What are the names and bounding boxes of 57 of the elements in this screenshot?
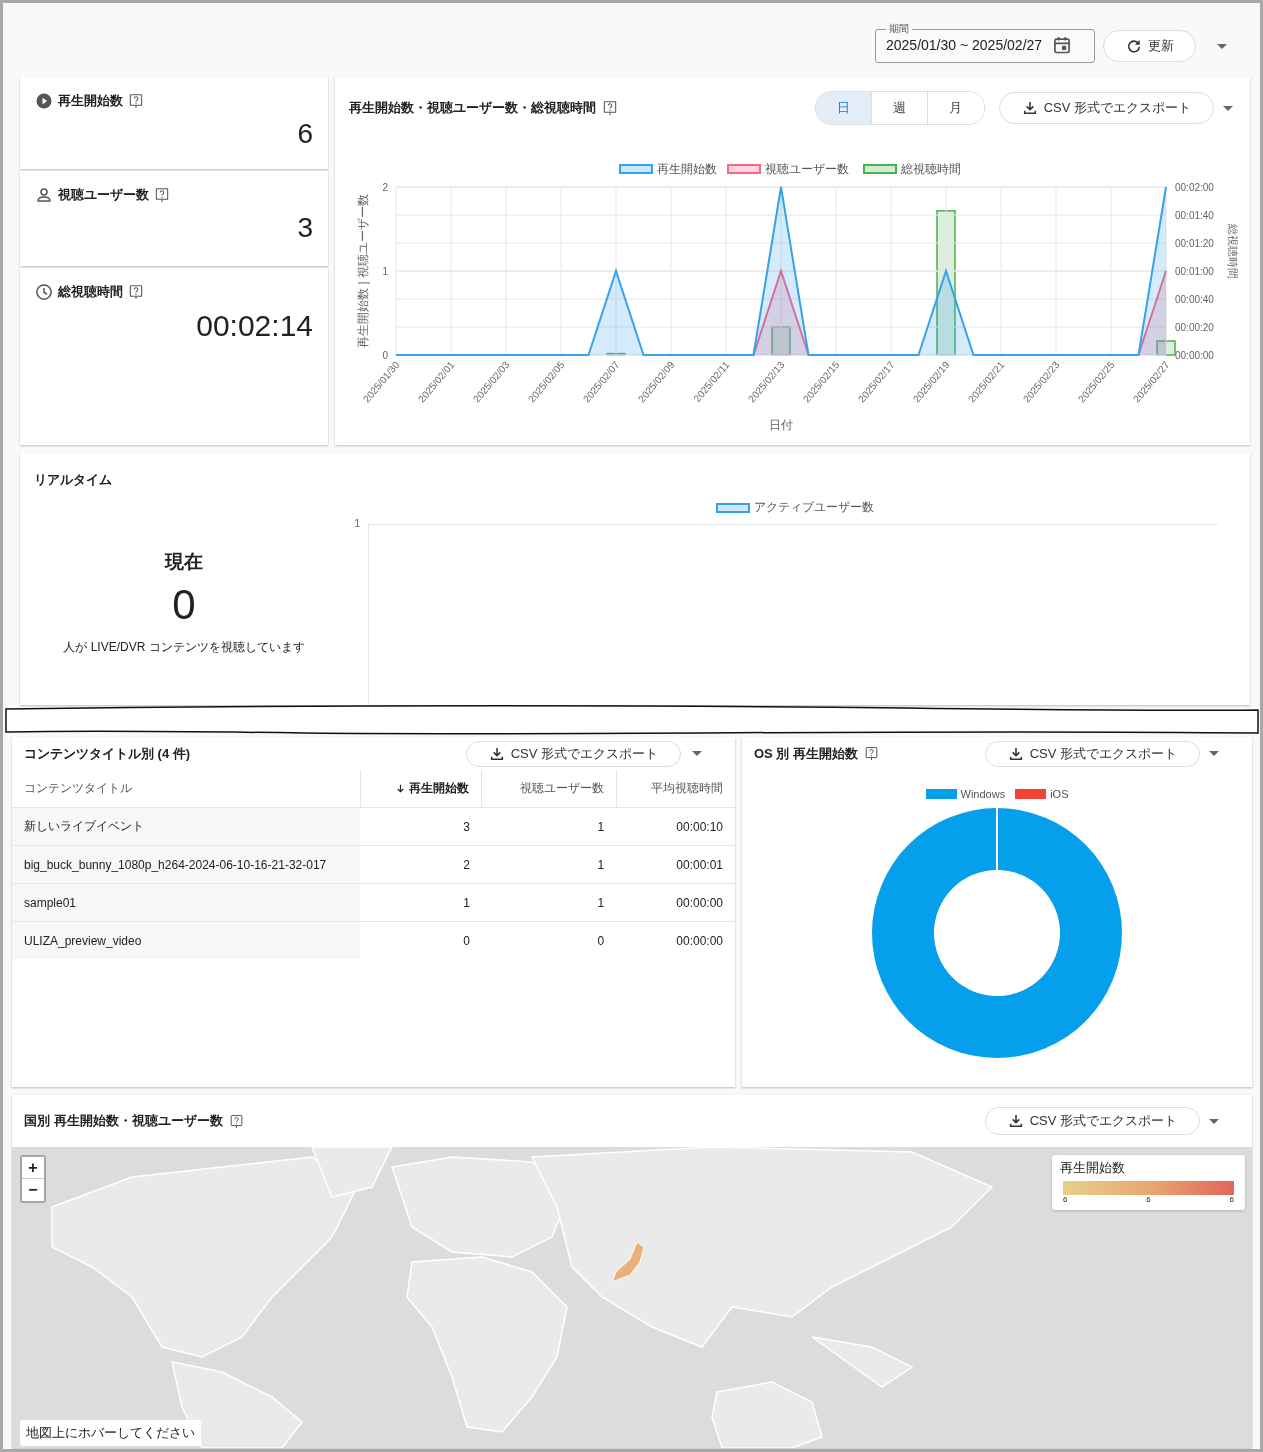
scale-tick-label: 6 bbox=[1146, 1195, 1151, 1204]
legend-label: Windows bbox=[960, 788, 1006, 800]
card-title: OS 別 再生開始数 bbox=[754, 744, 858, 763]
axis-tick-label: 00:02:00 bbox=[1175, 182, 1214, 193]
table-cell: 1 bbox=[481, 807, 617, 846]
table-cell: 00:00:01 bbox=[616, 845, 735, 884]
table-cell: 0 bbox=[360, 921, 482, 959]
axis-tick-label: 1 bbox=[382, 266, 388, 277]
axis-tick-label: 1 bbox=[353, 518, 361, 531]
caption: 人が LIVE/DVR コンテンツを視聴しています bbox=[63, 639, 305, 656]
table-cell: big_buck_bunny_1080p_h264-2024-06-10-16-21-32-017 bbox=[12, 845, 360, 884]
legend-label: 総視聴時間 bbox=[901, 160, 961, 178]
axis-title: 総視聴時間 bbox=[1227, 223, 1239, 279]
axis-tick-label: 00:00:20 bbox=[1175, 322, 1214, 333]
scale-tick-label: 6 bbox=[1229, 1195, 1234, 1204]
table-cell: 00:00:10 bbox=[616, 807, 735, 846]
table-cell: 0 bbox=[481, 921, 617, 959]
table-cell: 1 bbox=[481, 845, 617, 884]
legend-label: アクティブユーザー数 bbox=[754, 499, 874, 516]
scale-tick-label: 6 bbox=[1063, 1195, 1068, 1204]
card-title: コンテンツタイトル別 (4 件) bbox=[24, 744, 191, 763]
axis-tick-label: 00:00:00 bbox=[1175, 350, 1214, 361]
table-cell: 00:00:00 bbox=[616, 921, 735, 959]
table-cell: 1 bbox=[481, 883, 617, 922]
axis-tick-label: 2 bbox=[382, 182, 388, 193]
table-cell: 新しいライブイベント bbox=[12, 807, 360, 846]
field-value: 2025/01/30 ~ 2025/02/27 bbox=[886, 37, 1043, 53]
axis-tick-label: 00:01:40 bbox=[1175, 210, 1214, 221]
axis-title: 再生開始数 | 視聴ユーザー数 bbox=[356, 194, 370, 348]
card-title: 国別 再生開始数・視聴ユーザー数 bbox=[24, 1112, 223, 1130]
table-cell: 00:00:00 bbox=[616, 883, 735, 922]
legend-label: iOS bbox=[1050, 788, 1069, 800]
card-title: リアルタイム bbox=[34, 471, 113, 489]
stat-label: 総視聴時間 bbox=[58, 283, 123, 301]
table-cell: sample01 bbox=[12, 883, 360, 922]
stat-value: 3 bbox=[297, 212, 313, 244]
axis-tick-label: 00:01:20 bbox=[1175, 238, 1214, 249]
table-cell: 2 bbox=[360, 845, 482, 884]
active-count: 0 bbox=[172, 581, 196, 629]
axis-tick-label: 00:00:40 bbox=[1175, 294, 1214, 305]
card-title: 再生開始数・視聴ユーザー数・総視聴時間 bbox=[349, 99, 596, 117]
stat-value: 6 bbox=[297, 118, 313, 150]
stat-label: 視聴ユーザー数 bbox=[58, 186, 149, 204]
axis-tick-label: 0 bbox=[382, 350, 388, 361]
field-label: 期間 bbox=[888, 23, 910, 35]
table-cell: 3 bbox=[360, 807, 482, 846]
axis-title: 日付 bbox=[769, 418, 793, 432]
legend-title: 再生開始数 bbox=[1060, 1159, 1126, 1177]
axis-tick-label: 00:01:00 bbox=[1175, 266, 1214, 277]
legend-label: 視聴ユーザー数 bbox=[765, 160, 849, 178]
table-cell: 1 bbox=[360, 883, 482, 922]
now-label: 現在 bbox=[165, 550, 203, 574]
legend-label: 再生開始数 bbox=[657, 160, 717, 178]
table-cell: ULIZA_preview_video bbox=[12, 921, 360, 959]
hover-hint: 地図上にホバーしてください bbox=[20, 1420, 201, 1446]
stat-value: 00:02:14 bbox=[196, 309, 313, 343]
stat-label: 再生開始数 bbox=[58, 92, 123, 110]
